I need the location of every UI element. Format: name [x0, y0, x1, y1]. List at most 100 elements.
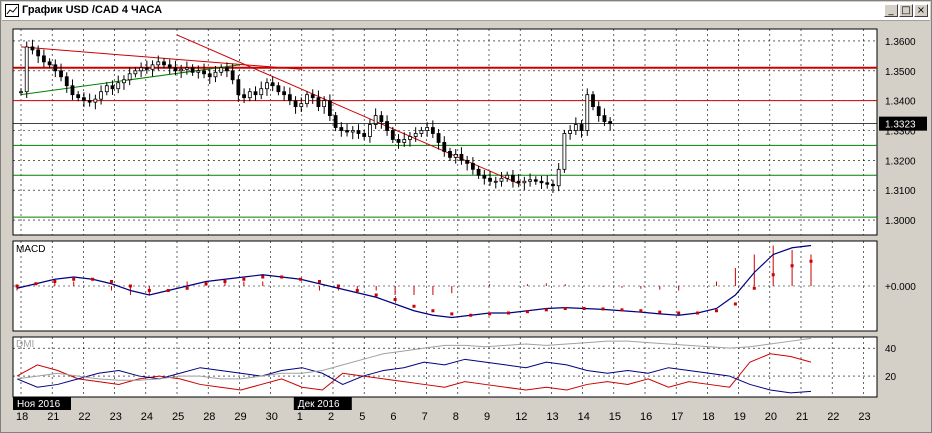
macd-signal-point	[204, 282, 208, 286]
candle-body	[511, 174, 515, 182]
candle-body	[425, 127, 430, 131]
candle-body	[139, 67, 144, 72]
candle-body	[87, 100, 92, 103]
date-tick-label: 23	[858, 411, 870, 423]
date-tick-label: 17	[671, 411, 683, 423]
chart-icon	[5, 4, 19, 17]
close-button[interactable]: ×	[914, 4, 928, 17]
macd-signal-point	[620, 308, 624, 312]
date-tick-label: 16	[640, 411, 652, 423]
candle-body	[556, 168, 561, 187]
macd-signal-point	[72, 277, 76, 281]
date-tick-label: 20	[765, 411, 777, 423]
candle-body	[310, 94, 315, 99]
macd-signal-point	[299, 277, 303, 281]
candle-body	[47, 61, 52, 66]
date-tick-label: 25	[172, 411, 184, 423]
candle-body	[356, 130, 361, 134]
month-marker-label: Дек 2016	[298, 399, 340, 410]
candle-body	[133, 70, 138, 75]
chart-window: График USD /CAD 4 ЧАСА _ □ × 1.3600 1.350…	[0, 0, 932, 433]
macd-signal-point	[15, 284, 19, 288]
dmi-panel	[12, 336, 878, 398]
candle-body	[76, 94, 81, 99]
minimize-button[interactable]: _	[884, 4, 898, 17]
candle-body	[41, 55, 46, 63]
candle-body	[551, 183, 555, 187]
date-tick-label: 8	[453, 411, 459, 423]
candle-body	[579, 124, 584, 131]
macd-signal-point	[110, 280, 114, 283]
macd-signal-point	[166, 289, 170, 292]
date-tick-label: 2	[328, 411, 334, 423]
macd-signal-point	[431, 309, 435, 313]
price-tick-label: 1.3500	[885, 67, 916, 78]
candle-body	[282, 91, 287, 96]
candle-body	[602, 115, 607, 122]
maximize-button[interactable]: □	[899, 4, 913, 17]
macd-signal-point	[809, 259, 813, 263]
candle-body	[93, 98, 98, 103]
candle-body	[265, 82, 269, 90]
chart-canvas[interactable]: 1.36001.35001.34001.33001.32001.31001.30…	[1, 21, 931, 433]
minimize-icon: _	[888, 5, 894, 16]
candle-body	[470, 162, 475, 170]
macd-signal-point	[317, 280, 321, 283]
candle-body	[196, 70, 201, 73]
candle-body	[430, 127, 435, 134]
candle-body	[150, 64, 155, 70]
candle-body	[505, 174, 510, 179]
candle-body	[419, 130, 424, 134]
candle-body	[184, 67, 189, 70]
candle-body	[528, 179, 532, 182]
candle-body	[368, 124, 372, 137]
candle-body	[539, 180, 544, 184]
month-marker-label: Ноя 2016	[17, 399, 61, 410]
candle-body	[413, 133, 418, 137]
date-tick-label: 24	[141, 411, 153, 423]
candle-body	[236, 79, 241, 96]
macd-signal-point	[91, 277, 95, 281]
candle-body	[482, 174, 487, 179]
candle	[24, 41, 29, 98]
date-tick-label: 9	[484, 411, 490, 423]
candle-body	[408, 136, 412, 140]
candle-body	[110, 85, 115, 90]
macd-signal-point	[752, 286, 756, 290]
candle-body	[390, 130, 395, 140]
date-tick-label: 22	[827, 411, 839, 423]
macd-signal-point	[336, 284, 340, 288]
window-title: График USD /CAD 4 ЧАСА	[22, 4, 163, 16]
date-tick-label: 13	[546, 411, 558, 423]
macd-signal-point	[128, 284, 132, 288]
macd-signal-point	[242, 277, 246, 281]
last-price-label: 1.3323	[885, 120, 916, 131]
last-price-tag: 1.3323	[879, 116, 927, 131]
macd-signal-point	[582, 307, 586, 310]
candle-body	[230, 70, 235, 81]
candle-body	[522, 180, 527, 184]
candle-body	[82, 97, 86, 102]
macd-signal-point	[696, 311, 700, 315]
candle-body	[19, 91, 23, 94]
candle	[562, 129, 567, 173]
title-bar[interactable]: График USD /CAD 4 ЧАСА _ □ ×	[2, 2, 930, 21]
macd-signal-point	[261, 275, 265, 279]
candle-body	[299, 103, 304, 108]
candle-body	[305, 94, 309, 105]
macd-signal-point	[450, 312, 454, 316]
candle-body	[476, 168, 481, 176]
candle-body	[173, 67, 178, 72]
candle-body	[465, 159, 470, 164]
dmi-tick-label: 20	[885, 372, 897, 383]
candle-body	[573, 124, 578, 131]
date-tick-label: 28	[203, 411, 215, 423]
macd-signal-point	[412, 304, 416, 308]
candle-body	[493, 180, 498, 183]
macd-signal-point	[601, 307, 605, 311]
date-tick-label: 5	[359, 411, 365, 423]
macd-signal-point	[733, 302, 737, 306]
price-tick-label: 1.3200	[885, 156, 916, 167]
candle-body	[276, 85, 281, 93]
candle-body	[568, 130, 573, 134]
